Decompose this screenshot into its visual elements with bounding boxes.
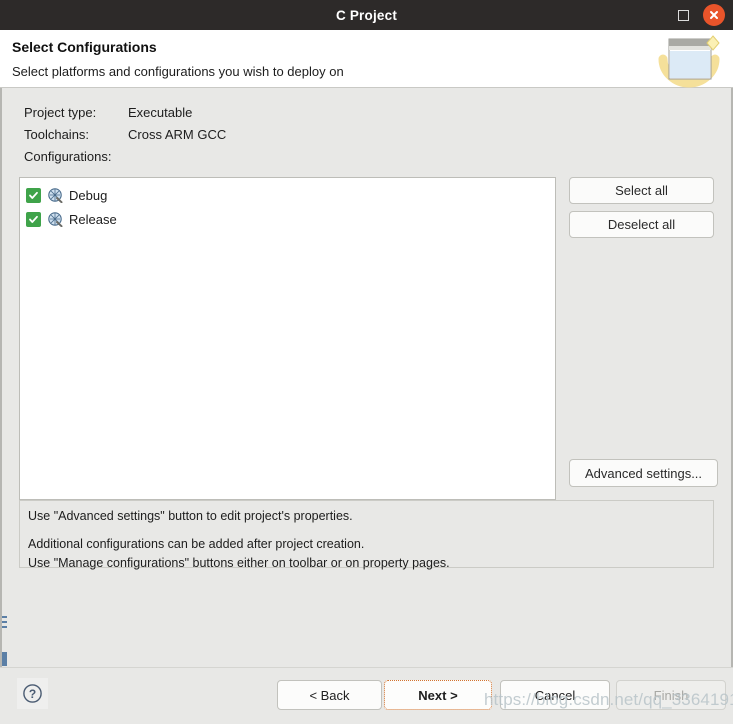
list-item[interactable]: Debug: [20, 183, 555, 207]
project-type-value: Executable: [128, 105, 193, 120]
back-button[interactable]: < Back: [277, 680, 382, 710]
field-row-project-type: Project type: Executable: [24, 102, 733, 124]
field-row-toolchains: Toolchains: Cross ARM GCC: [24, 124, 733, 146]
page-title: Select Configurations: [12, 39, 157, 55]
wizard-banner: Select Configurations Select platforms a…: [0, 30, 733, 88]
select-all-button[interactable]: Select all: [569, 177, 714, 204]
cancel-button[interactable]: Cancel: [500, 680, 610, 710]
window-title: C Project: [335, 7, 398, 23]
close-icon[interactable]: [703, 4, 725, 26]
list-side-buttons: Select all Deselect all: [569, 177, 714, 238]
maximize-icon[interactable]: [673, 5, 693, 25]
window-controls: [673, 0, 725, 30]
checkbox-release[interactable]: [26, 211, 41, 227]
svg-text:?: ?: [29, 687, 36, 701]
build-config-icon: [47, 211, 63, 228]
window-titlebar: C Project: [0, 0, 733, 30]
toolchains-label: Toolchains:: [24, 127, 90, 142]
checkbox-debug[interactable]: [26, 187, 41, 203]
info-message-box: Use "Advanced settings" button to edit p…: [19, 500, 714, 570]
next-button[interactable]: Next >: [384, 680, 492, 710]
toolchains-value: Cross ARM GCC: [128, 127, 227, 142]
page-subtitle: Select platforms and configurations you …: [12, 64, 344, 79]
configurations-label: Configurations:: [24, 149, 112, 164]
project-type-label: Project type:: [24, 105, 97, 120]
wizard-button-bar: ? < Back Next > Cancel Finish: [0, 667, 733, 724]
advanced-settings-button[interactable]: Advanced settings...: [569, 459, 718, 487]
info-line-3: Use "Manage configurations" buttons eith…: [28, 556, 450, 570]
list-item[interactable]: Release: [20, 207, 555, 231]
info-line-1: Use "Advanced settings" button to edit p…: [28, 509, 353, 523]
configurations-list[interactable]: Debug Release: [19, 177, 556, 500]
info-line-2: Additional configurations can be added a…: [28, 537, 365, 551]
wizard-content: Project type: Executable Toolchains: Cro…: [0, 88, 733, 666]
project-window-icon: [655, 33, 727, 88]
deselect-all-button[interactable]: Deselect all: [569, 211, 714, 238]
list-item-label: Debug: [69, 187, 108, 203]
list-item-label: Release: [69, 211, 117, 227]
build-config-icon: [47, 187, 63, 204]
help-button[interactable]: ?: [17, 678, 48, 709]
project-summary-fields: Project type: Executable Toolchains: Cro…: [0, 88, 733, 168]
finish-button: Finish: [616, 680, 726, 710]
